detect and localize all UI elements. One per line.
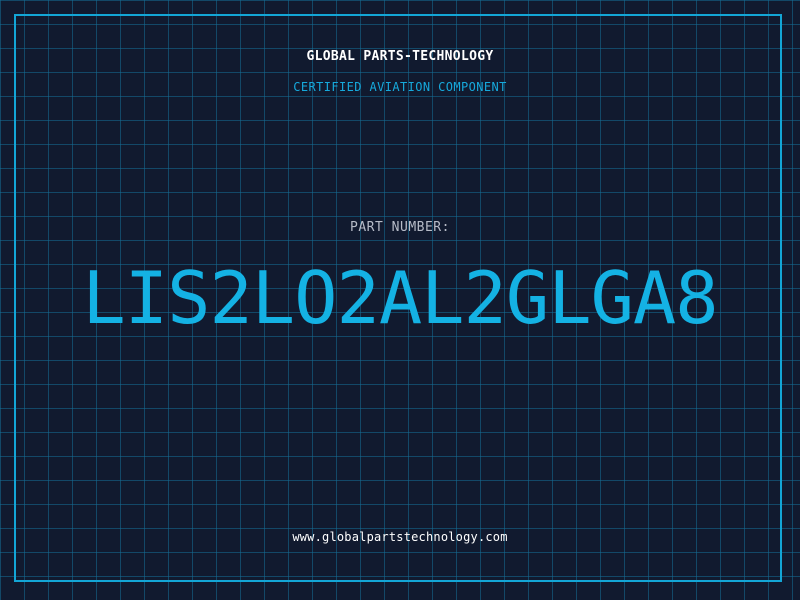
part-number-value: LIS2LO2AL2GLGA8 — [82, 256, 718, 340]
certification-subtitle: CERTIFIED AVIATION COMPONENT — [293, 80, 507, 94]
website-url[interactable]: www.globalpartstechnology.com — [0, 530, 800, 544]
company-name: GLOBAL PARTS-TECHNOLOGY — [306, 49, 494, 64]
part-number-label: PART NUMBER: — [350, 220, 450, 235]
certificate-canvas: GLOBAL PARTS-TECHNOLOGY CERTIFIED AVIATI… — [0, 0, 800, 600]
